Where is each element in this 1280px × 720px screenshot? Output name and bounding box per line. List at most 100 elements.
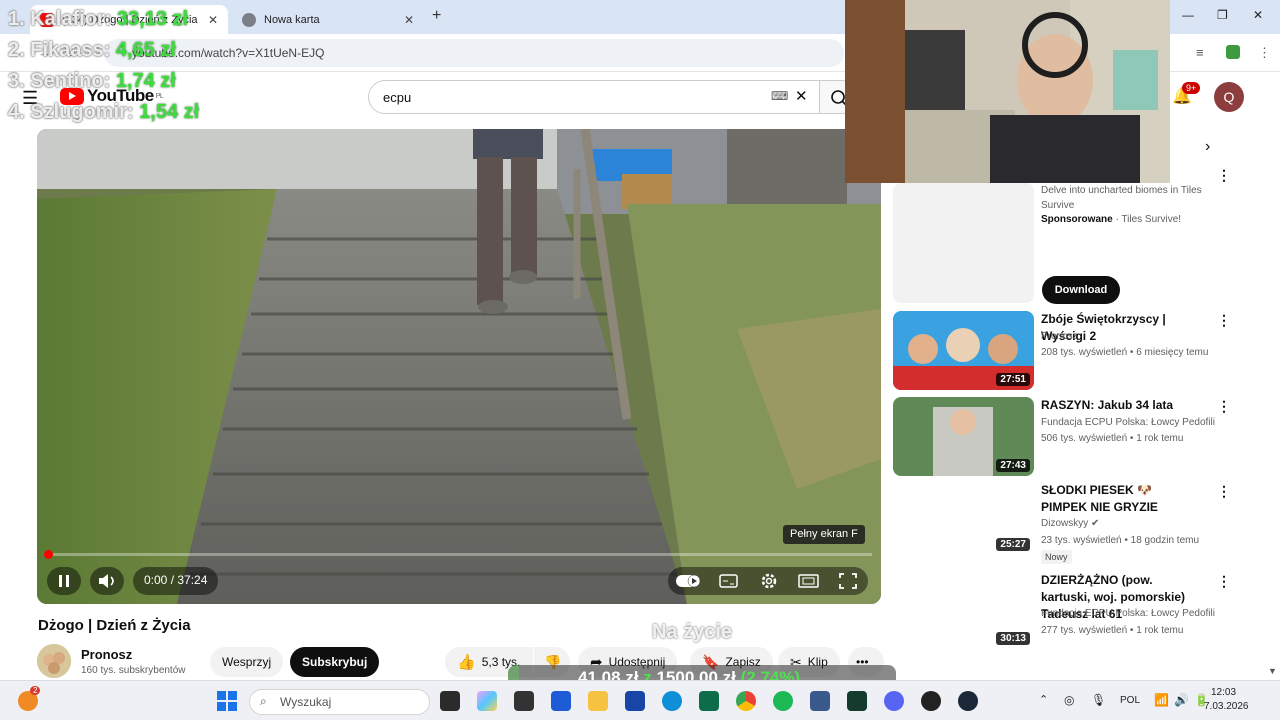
taskbar-search-placeholder: Wyszukaj (280, 695, 332, 709)
copilot-icon[interactable] (477, 691, 497, 711)
leader-amount: 1,54 zł (139, 101, 200, 123)
theater-mode-icon[interactable] (798, 572, 820, 590)
video-channel[interactable]: Dizowskyy ✔ (1041, 518, 1099, 529)
address-bar[interactable]: youtube.com/watch?v=X1tUeN-EJQ (104, 39, 844, 67)
progress-scrubber[interactable] (44, 550, 53, 559)
language-indicator[interactable]: POL (1120, 695, 1140, 706)
tray-app-icon[interactable]: ◎ (1064, 693, 1074, 707)
more-options-icon[interactable]: ⋮ (1217, 483, 1231, 500)
browser-menu-icon[interactable]: ⋮ (1258, 45, 1271, 61)
taskbar-search[interactable]: ⌕ Wyszukaj (249, 689, 430, 715)
tab-new[interactable]: Nowa karta ✕ (232, 5, 424, 34)
chevron-right-icon[interactable]: › (1205, 138, 1210, 156)
video-thumbnail[interactable]: 27:43 (893, 397, 1034, 476)
subtitles-icon[interactable] (719, 572, 739, 590)
webcam-image (845, 0, 1170, 183)
video-channel[interactable]: Pronosz (1041, 331, 1078, 342)
chrome-icon[interactable] (736, 691, 756, 711)
windows-taskbar: 2 ⌕ Wyszukaj ⌃ ◎ 🎙 POL 📶 🔊 🔋 12:03 7.03.… (0, 680, 1280, 720)
video-duration: 25:27 (996, 538, 1030, 551)
streamer-webcam (845, 0, 1170, 183)
progress-bar[interactable] (48, 553, 872, 556)
maximize-icon[interactable]: ❐ (1217, 8, 1228, 22)
keyboard-icon[interactable]: ⌨ (771, 89, 788, 103)
donation-goal-caption: Na życie (652, 621, 733, 643)
media-controls-icon[interactable]: ≡ (1196, 45, 1204, 60)
list-item[interactable]: 27:43 RASZYN: Jakub 34 lata Fundacja ECP… (893, 397, 1233, 477)
leader-amount: 33,13 zł (116, 8, 189, 30)
new-tab-icon[interactable]: + (432, 7, 441, 25)
app-icon[interactable] (921, 691, 941, 711)
video-meta: 277 tys. wyświetleń • 1 rok temu (1041, 625, 1184, 636)
profile-extension-icon[interactable] (1226, 45, 1240, 59)
more-options-icon[interactable]: ⋮ (1217, 312, 1231, 329)
list-item[interactable]: 25:27 SŁODKI PIESEK 🐶 PIMPEK NIE GRYZIE … (893, 482, 1233, 564)
windows-start-icon[interactable] (217, 691, 237, 711)
app-icon[interactable] (625, 691, 645, 711)
search-input[interactable]: ecpu ⌨ ✕ (368, 80, 820, 114)
fullscreen-icon[interactable] (838, 572, 858, 590)
volume-button[interactable] (90, 567, 124, 595)
task-view-icon[interactable] (440, 691, 460, 711)
edge-icon[interactable] (662, 691, 682, 711)
new-badge: Nowy (1041, 550, 1072, 564)
file-explorer-icon[interactable] (588, 691, 608, 711)
clock-time[interactable]: 12:03 (1211, 687, 1236, 698)
more-options-icon[interactable]: ⋮ (1217, 398, 1231, 415)
play-pause-button[interactable] (47, 567, 81, 595)
close-tab-icon[interactable]: ✕ (208, 13, 218, 27)
app-icon[interactable] (810, 691, 830, 711)
search-icon: ⌕ (260, 694, 267, 708)
ad-thumbnail[interactable] (893, 183, 1034, 303)
wifi-icon[interactable]: 📶 (1154, 693, 1169, 707)
channel-avatar[interactable] (37, 644, 71, 678)
close-window-icon[interactable]: ✕ (1253, 8, 1263, 22)
video-channel[interactable]: Fundacja ECPU Polska: Łowcy Pedofili (1041, 608, 1215, 619)
video-thumbnail[interactable]: 27:51 (893, 311, 1034, 390)
list-item[interactable]: 27:51 Zbóje Świętokrzyscy | Wyścigi 2 Pr… (893, 311, 1233, 391)
ad-description: Delve into uncharted biomes in Tiles Sur… (1041, 185, 1202, 211)
fullscreen-tooltip: Pełny ekran F (783, 525, 865, 544)
minimize-icon[interactable]: — (1182, 8, 1194, 22)
steam-icon[interactable] (958, 691, 978, 711)
clear-search-icon[interactable]: ✕ (795, 87, 808, 105)
app-icon[interactable] (514, 691, 534, 711)
autoplay-toggle-icon[interactable] (676, 572, 704, 590)
spotify-icon[interactable] (773, 691, 793, 711)
video-meta: 23 tys. wyświetleń • 18 godzin temu (1041, 535, 1200, 546)
video-thumbnail[interactable]: 30:13 (893, 572, 1034, 651)
discord-icon[interactable] (884, 691, 904, 711)
video-title[interactable]: RASZYN: Jakub 34 lata (1041, 397, 1201, 414)
video-title[interactable]: SŁODKI PIESEK 🐶 PIMPEK NIE GRYZIE (1041, 482, 1201, 516)
ad-sponsor: Sponsorowane · Tiles Survive! (1041, 214, 1182, 225)
subscribe-button[interactable]: Subskrybuj (290, 647, 380, 677)
list-item[interactable]: 30:13 DZIERŻĄŻNO (pow. kartuski, woj. po… (893, 572, 1233, 652)
leader-amount: 1,74 zł (115, 70, 176, 92)
clock-date[interactable]: 7.03.2026 (1204, 701, 1249, 712)
video-channel[interactable]: Fundacja ECPU Polska: Łowcy Pedofili (1041, 417, 1215, 428)
search-value: ecpu (383, 90, 412, 105)
video-thumbnail[interactable]: 25:27 (893, 482, 1034, 561)
account-avatar[interactable]: Q (1214, 82, 1244, 112)
volume-icon (99, 574, 114, 588)
subscriber-count: 160 tys. subskrybentów (81, 665, 186, 676)
app-icon[interactable] (847, 691, 867, 711)
channel-avatar-image (37, 644, 71, 678)
settings-gear-icon[interactable] (759, 571, 779, 591)
more-options-icon[interactable]: ⋮ (1217, 573, 1231, 590)
microphone-icon[interactable]: 🎙 (1091, 693, 1106, 707)
tray-overflow-icon[interactable]: ⌃ (1039, 693, 1048, 706)
leaderboard-row: 3. Sentino: 1,74 zł (8, 70, 199, 101)
sidebar-ad[interactable]: Delve into uncharted biomes in Tiles Sur… (893, 167, 1233, 305)
support-button[interactable]: Wesprzyj (210, 647, 284, 677)
channel-name[interactable]: Pronosz (81, 647, 132, 662)
ad-download-button[interactable]: Download (1042, 276, 1120, 304)
video-player[interactable] (37, 129, 881, 604)
ad-more-icon[interactable]: ⋮ (1217, 167, 1231, 184)
close-tab-icon[interactable]: ✕ (404, 13, 414, 27)
leaderboard-row: 2. Fikaass: 4,65 zł (8, 39, 199, 70)
scroll-down-icon[interactable]: ▼ (1268, 666, 1277, 676)
speaker-icon[interactable]: 🔊 (1174, 693, 1189, 707)
app-icon[interactable] (699, 691, 719, 711)
app-icon[interactable] (551, 691, 571, 711)
